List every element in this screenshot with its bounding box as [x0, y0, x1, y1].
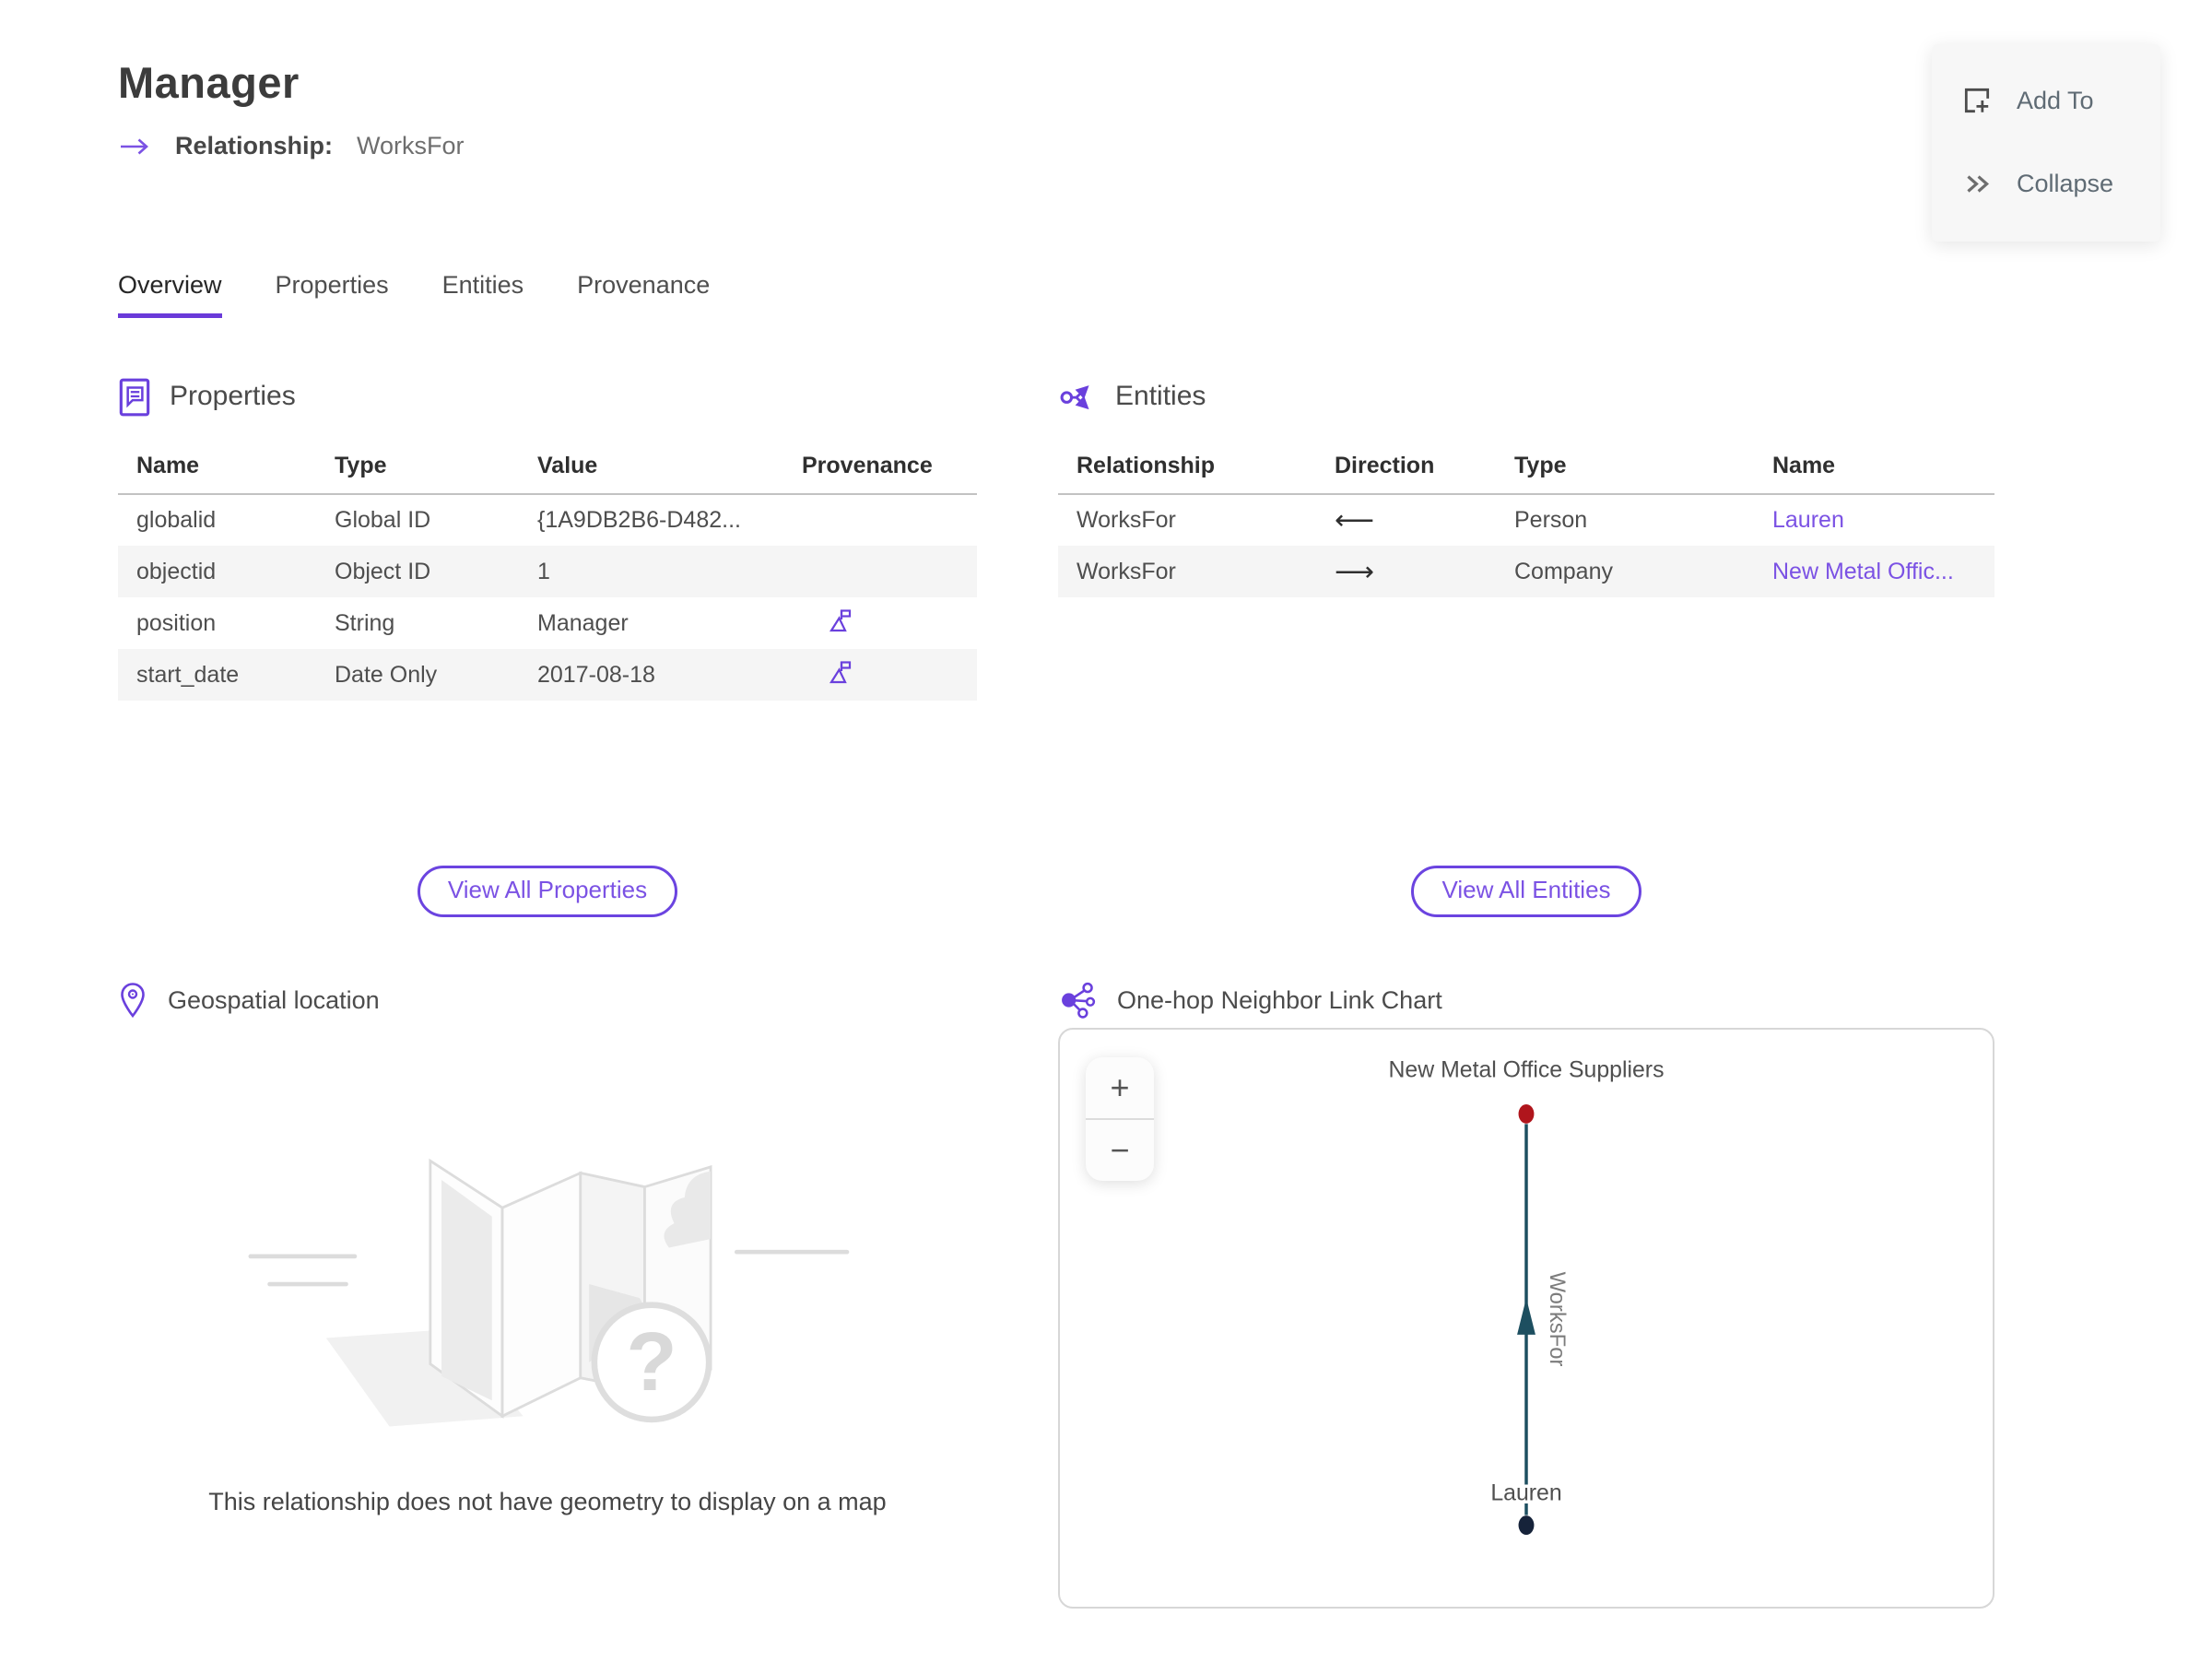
property-name: position — [136, 609, 217, 636]
view-all-properties-button[interactable]: View All Properties — [417, 866, 678, 917]
property-value: {1A9DB2B6-D482... — [537, 507, 741, 533]
entity-type: Person — [1514, 507, 1588, 533]
property-type: Global ID — [335, 507, 431, 533]
zoom-control: + − — [1086, 1057, 1154, 1181]
entities-section-header: Entities — [1058, 377, 1994, 453]
overview-content: Properties Entities Name Type Value Prov… — [118, 377, 2212, 1609]
properties-section-title: Properties — [170, 381, 296, 411]
col-provenance: Provenance — [783, 453, 977, 495]
top-node-label: New Metal Office Suppliers — [1389, 1058, 1665, 1083]
property-name: start_date — [136, 661, 240, 688]
geospatial-section-header: Geospatial location — [118, 921, 977, 1028]
page-header: Manager Relationship: WorksFor — [0, 0, 2212, 160]
entity-relationship: WorksFor — [1077, 558, 1176, 584]
chevrons-right-icon — [1967, 175, 1990, 193]
zoom-in-button[interactable]: + — [1086, 1057, 1154, 1118]
col-direction: Direction — [1316, 453, 1496, 495]
zoom-out-button[interactable]: − — [1086, 1120, 1154, 1181]
entities-section-title: Entities — [1115, 381, 1206, 411]
entities-table: Relationship Direction Type Name WorksFo… — [1058, 453, 1994, 597]
relationship-label: Relationship: — [175, 132, 334, 159]
tab-provenance[interactable]: Provenance — [577, 271, 710, 318]
link-chart-card: + − WorksFor New Metal Office Suppliers … — [1058, 1028, 1994, 1609]
entities-icon — [1060, 385, 1089, 410]
table-row: objectid Object ID 1 — [118, 546, 977, 597]
svg-text:?: ? — [626, 1315, 677, 1409]
col-name: Name — [1754, 453, 1994, 495]
properties-table: Name Type Value Provenance globalid Glob… — [118, 453, 977, 701]
properties-section-header: Properties — [118, 377, 977, 453]
link-chart-section-header: One-hop Neighbor Link Chart — [1058, 921, 1994, 1028]
property-value: 2017-08-18 — [537, 661, 655, 688]
tab-entities[interactable]: Entities — [442, 271, 524, 318]
property-type: Date Only — [335, 661, 438, 688]
properties-table-wrap: Name Type Value Provenance globalid Glob… — [118, 453, 977, 866]
link-chart-section-title: One-hop Neighbor Link Chart — [1117, 985, 1442, 1014]
tab-properties[interactable]: Properties — [276, 271, 389, 318]
entities-button-row: View All Entities — [1058, 866, 1994, 921]
property-type: Object ID — [335, 558, 431, 584]
properties-icon — [119, 378, 150, 417]
col-value: Value — [519, 453, 783, 495]
properties-header-row: Name Type Value Provenance — [118, 453, 977, 495]
provenance-flag-icon[interactable] — [826, 658, 853, 686]
property-provenance — [783, 597, 977, 649]
tab-overview[interactable]: Overview — [118, 271, 222, 318]
property-type: String — [335, 609, 395, 636]
table-row: WorksFor ⟶ Company New Metal Offic... — [1058, 546, 1994, 597]
company-node[interactable] — [1518, 1103, 1535, 1124]
table-row: WorksFor ⟵ Person Lauren — [1058, 494, 1994, 546]
add-to-button[interactable]: Add To — [1932, 85, 2160, 116]
add-to-icon — [1964, 88, 1990, 113]
property-provenance — [783, 546, 977, 597]
tab-bar: Overview Properties Entities Provenance — [118, 271, 2212, 318]
collapse-label: Collapse — [2017, 169, 2114, 197]
entity-relationship: WorksFor — [1077, 507, 1176, 533]
direction-arrow: ⟶ — [1335, 556, 1375, 587]
direction-arrow: ⟵ — [1335, 505, 1375, 536]
map-pin-icon — [121, 983, 145, 1019]
property-provenance — [783, 649, 977, 701]
bottom-node-label: Lauren — [1490, 1481, 1561, 1506]
map-placeholder-illustration: ? — [248, 1158, 850, 1427]
page-title: Manager — [118, 58, 300, 107]
entities-header-row: Relationship Direction Type Name — [1058, 453, 1994, 495]
property-name: objectid — [136, 558, 217, 584]
entities-table-wrap: Relationship Direction Type Name WorksFo… — [1058, 453, 1994, 866]
col-type: Type — [316, 453, 519, 495]
action-panel: Add To Collapse — [1932, 44, 2160, 242]
col-relationship: Relationship — [1058, 453, 1316, 495]
collapse-button[interactable]: Collapse — [1932, 168, 2160, 199]
table-row: start_date Date Only 2017-08-18 — [118, 649, 977, 701]
col-name: Name — [118, 453, 316, 495]
add-to-label: Add To — [2017, 86, 2094, 114]
property-provenance — [783, 494, 977, 546]
geospatial-empty-state: ? This relationship does not have geomet… — [118, 1028, 977, 1609]
entity-name-link[interactable]: New Metal Offic... — [1754, 546, 1994, 597]
provenance-flag-icon[interactable] — [826, 607, 853, 634]
relationship-arrow-icon — [121, 138, 148, 154]
table-row: globalid Global ID {1A9DB2B6-D482... — [118, 494, 977, 546]
property-value: Manager — [537, 609, 629, 636]
link-chart-icon — [1062, 982, 1096, 1019]
edge-arrowhead — [1517, 1298, 1535, 1335]
property-name: globalid — [136, 507, 217, 533]
entity-type: Company — [1514, 558, 1613, 584]
property-value: 1 — [537, 558, 550, 584]
properties-button-row: View All Properties — [118, 866, 977, 921]
person-node[interactable] — [1518, 1515, 1535, 1535]
relationship-value: WorksFor — [357, 132, 465, 159]
entity-name-link[interactable]: Lauren — [1754, 494, 1994, 546]
view-all-entities-button[interactable]: View All Entities — [1411, 866, 1641, 917]
link-chart-graph: WorksFor New Metal Office Suppliers Laur… — [1385, 1055, 1667, 1535]
edge-label: WorksFor — [1545, 1272, 1570, 1367]
breadcrumb: Relationship: WorksFor — [118, 132, 2212, 160]
col-type: Type — [1496, 453, 1754, 495]
table-row: position String Manager — [118, 597, 977, 649]
geospatial-section-title: Geospatial location — [168, 985, 380, 1014]
geospatial-empty-message: This relationship does not have geometry… — [208, 1488, 887, 1515]
